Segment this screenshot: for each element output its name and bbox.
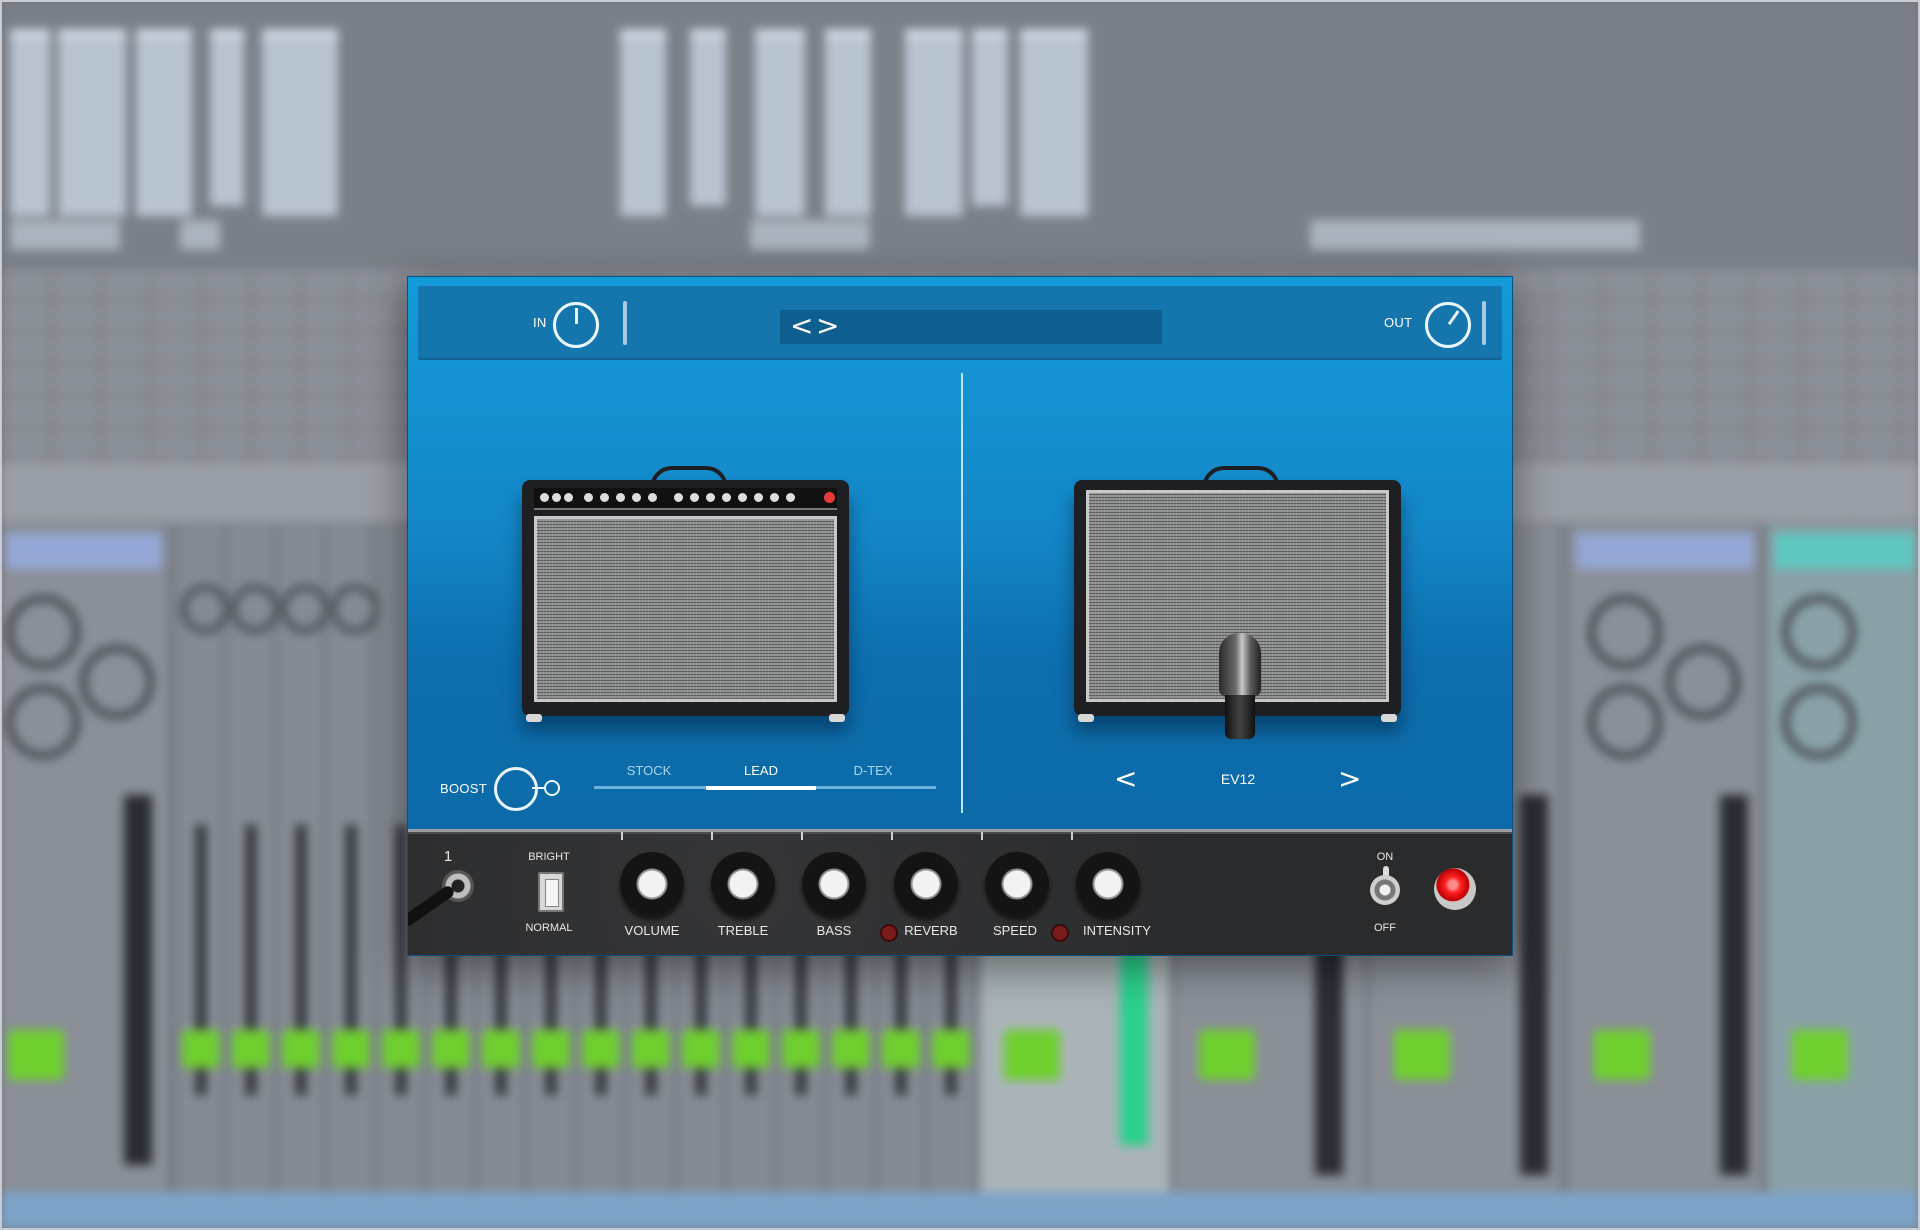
mic-prev-button[interactable]: < [1114,765,1137,793]
guitar-cable-icon [408,883,457,929]
boost-switch[interactable] [544,780,560,796]
volume-knob[interactable] [620,852,684,916]
plugin-top-bar: IN < > OUT [418,286,1502,360]
boost-knob[interactable] [494,767,538,811]
output-gain-knob[interactable] [1425,302,1471,348]
off-label: OFF [1374,922,1396,934]
speed-label: SPEED [992,923,1038,938]
vibrato-led [1051,924,1069,942]
intensity-knob[interactable] [1076,852,1140,916]
volume-label: VOLUME [624,923,680,938]
on-label: ON [1376,851,1394,863]
tab-stock[interactable]: STOCK [594,763,704,778]
preset-next-button[interactable]: > [816,312,839,340]
input-label: IN [533,315,547,330]
amp-mode-indicator [706,786,816,790]
bass-label: BASS [816,923,852,938]
amp-stage: IN < > OUT BOOST STOCK LEAD D-TEX < EV12… [408,277,1512,829]
boost-link [532,787,544,789]
mic-next-button[interactable]: > [1338,765,1361,793]
input-number: 1 [443,848,453,865]
input-meter [623,301,627,345]
tab-d-tex[interactable]: D-TEX [818,763,928,778]
bass-knob[interactable] [802,852,866,916]
bright-label: BRIGHT [528,851,570,863]
amp-plugin-window: IN < > OUT BOOST STOCK LEAD D-TEX < EV12… [407,276,1513,956]
preset-selector[interactable]: < > [780,310,1162,344]
normal-label: NORMAL [525,922,573,934]
power-lamp-icon[interactable] [1434,868,1476,910]
amp-combo-image[interactable] [522,466,849,722]
amp-control-panel: 1 BRIGHT NORMAL VOLUME TREBLE BASS REVER… [408,829,1512,955]
intensity-label: INTENSITY [1083,923,1151,938]
reverb-label: REVERB [904,923,958,938]
treble-label: TREBLE [717,923,769,938]
boost-label: BOOST [440,781,488,796]
stage-divider [961,373,963,813]
output-meter [1482,301,1486,345]
power-toggle[interactable] [1370,875,1400,905]
preset-prev-button[interactable]: < [790,312,813,340]
tab-lead[interactable]: LEAD [706,763,816,778]
treble-knob[interactable] [711,852,775,916]
input-gain-knob[interactable] [553,302,599,348]
mic-name: EV12 [1220,771,1256,787]
speed-knob[interactable] [985,852,1049,916]
reverb-knob[interactable] [894,852,958,916]
output-label: OUT [1384,315,1413,330]
bright-switch[interactable] [538,872,564,912]
